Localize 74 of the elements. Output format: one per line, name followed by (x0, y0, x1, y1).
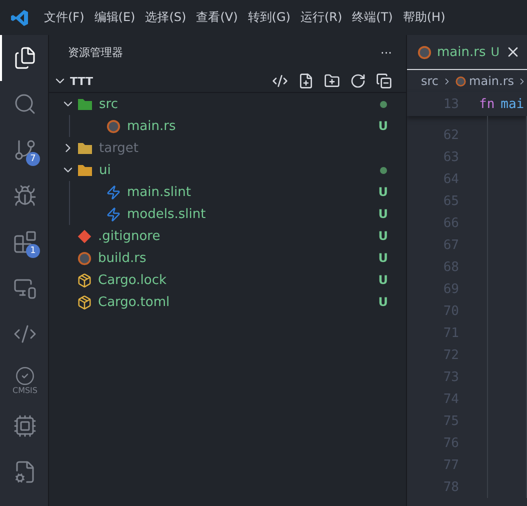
collapse-all-icon[interactable] (376, 73, 392, 89)
package-icon (77, 272, 92, 288)
breadcrumb-item[interactable]: src (421, 74, 439, 88)
menu-item[interactable]: 帮助(H) (398, 9, 450, 26)
tree-item[interactable]: main.slint U (70, 181, 406, 203)
menu-item[interactable]: 转到(G) (242, 9, 296, 26)
breadcrumb-item[interactable]: main.rs (469, 74, 514, 88)
status-letter: U (378, 251, 388, 265)
file-name: models.slint (127, 206, 206, 222)
count-badge: 1 (26, 244, 40, 258)
activity-bar-button[interactable]: 1 (0, 219, 48, 265)
tree-item[interactable]: Cargo.toml U (49, 291, 406, 313)
code-line: fn mai (478, 96, 524, 112)
tree-item[interactable]: Cargo.lock U (49, 269, 406, 291)
blocks-icon (13, 230, 37, 254)
count-badge: 7 (26, 152, 40, 166)
folder-icon (77, 141, 93, 155)
menu-item[interactable]: 文件(F) (39, 9, 90, 26)
file-name: .gitignore (98, 228, 160, 244)
chip-icon (13, 414, 37, 438)
tree-item[interactable]: main.rs U (70, 115, 406, 137)
tab-label: main.rs (437, 44, 486, 60)
file-gear-icon (13, 460, 37, 484)
status-letter: U (490, 45, 500, 59)
new-folder-icon[interactable] (324, 73, 340, 89)
source-control-icon (13, 138, 37, 162)
sidebar-title: 资源管理器 (68, 45, 123, 60)
lightning-icon (106, 184, 121, 200)
status-letter: U (378, 273, 388, 287)
folder-icon (77, 97, 93, 111)
menu-item[interactable]: 编辑(E) (89, 9, 140, 26)
menu-item[interactable]: 查看(V) (191, 9, 243, 26)
file-name: main.rs (127, 118, 176, 134)
activity-bar-button[interactable]: CMSIS (0, 357, 48, 403)
check-icon (15, 366, 35, 386)
rust-file-icon (77, 250, 92, 266)
tree-item[interactable]: src (49, 93, 406, 115)
file-name: target (99, 140, 139, 156)
editor-tab[interactable]: main.rs U (407, 35, 527, 70)
activity-bar-button[interactable]: 7 (0, 127, 48, 173)
menu-item[interactable]: 运行(R) (295, 9, 348, 26)
activity-label: CMSIS (12, 386, 38, 394)
files-icon (13, 46, 37, 70)
bug-icon (13, 184, 37, 208)
status-letter: U (378, 295, 388, 309)
status-letter: U (378, 207, 388, 221)
rust-file-icon (417, 44, 432, 60)
status-letter: U (378, 185, 388, 199)
menu-item[interactable]: 终端(T) (347, 9, 398, 26)
editor-logo-icon (10, 8, 30, 28)
status-letter: U (378, 119, 388, 133)
refresh-icon[interactable] (350, 73, 366, 89)
file-name: main.slint (127, 184, 191, 200)
section-title: TTT (70, 74, 94, 88)
menu-item[interactable]: 选择(S) (140, 9, 192, 26)
file-name: Cargo.lock (98, 272, 167, 288)
file-name: build.rs (98, 250, 146, 266)
code-icon[interactable] (272, 73, 288, 89)
package-icon (77, 294, 92, 310)
rust-file-icon (454, 74, 466, 88)
status-letter: U (378, 229, 388, 243)
rust-file-icon (106, 118, 121, 134)
file-name: src (99, 96, 118, 112)
file-name: Cargo.toml (98, 294, 170, 310)
tree-item[interactable]: .gitignore U (49, 225, 406, 247)
tree-item[interactable]: ui (49, 159, 406, 181)
lightning-icon (106, 206, 121, 222)
tree-item[interactable]: models.slint U (70, 203, 406, 225)
tree-item[interactable]: build.rs U (49, 247, 406, 269)
file-name: ui (99, 162, 111, 178)
new-file-icon[interactable] (298, 73, 314, 89)
folder-icon (77, 163, 93, 177)
more-actions-button[interactable]: ··· (380, 46, 392, 60)
search-icon (13, 92, 37, 116)
